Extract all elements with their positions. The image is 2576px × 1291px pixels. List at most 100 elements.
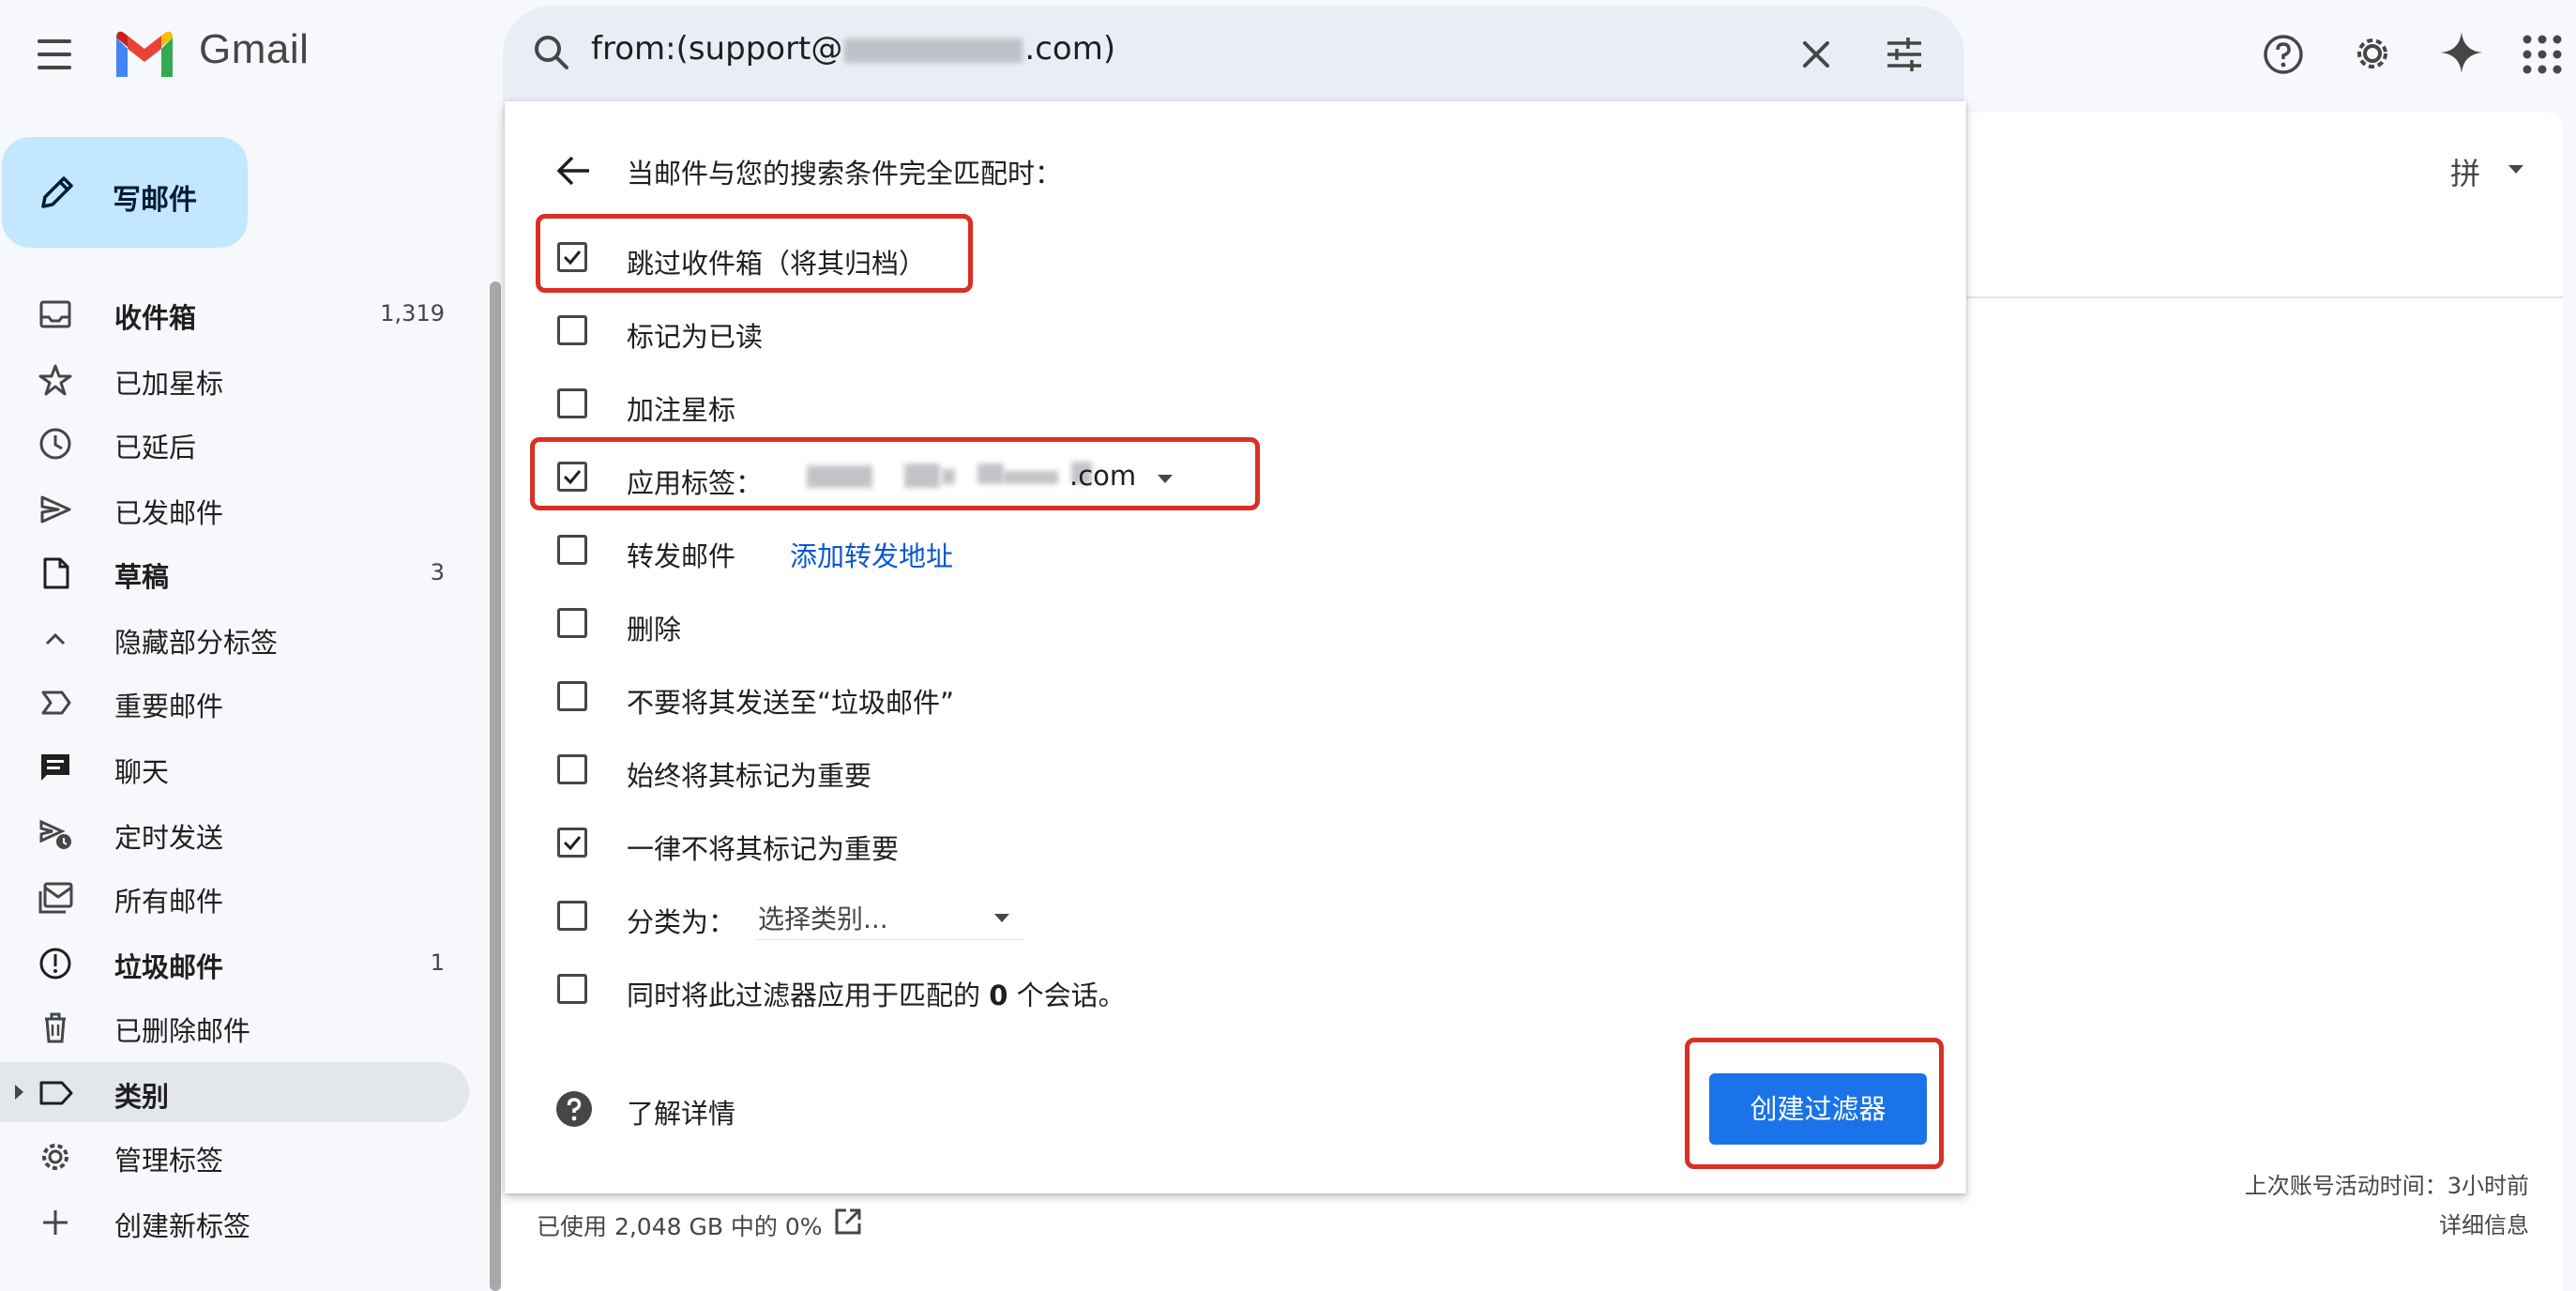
sidebar-item-label: 聊天	[114, 756, 170, 788]
gmail-logo-icon[interactable]	[111, 26, 178, 83]
last-activity: 上次账号活动时间：3小时前	[2244, 1173, 2529, 1199]
sidebar-item[interactable]: 隐藏部分标签	[0, 608, 469, 668]
help-circle-icon[interactable]	[555, 1090, 593, 1128]
chat-icon	[38, 751, 73, 786]
filter-option-label[interactable]: 一律不将其标记为重要	[627, 828, 899, 867]
help-icon[interactable]	[2261, 32, 2306, 77]
filter-option: 不要将其发送至“垃圾邮件”	[553, 670, 1867, 726]
details-link[interactable]: 详细信息	[2373, 1207, 2529, 1239]
sidebar-item-label: 已发邮件	[114, 497, 224, 529]
chevron-down-icon[interactable]	[2508, 165, 2523, 174]
sidebar-item[interactable]: 聊天	[0, 737, 469, 797]
search-query-end: .com)	[1024, 30, 1116, 68]
sidebar-item[interactable]: 垃圾邮件 1	[0, 933, 469, 993]
filter-option-label[interactable]: 分类为：	[627, 901, 735, 940]
sidebar-item-label: 草稿	[114, 561, 170, 593]
checkbox[interactable]	[557, 901, 587, 931]
sidebar-item[interactable]: 已延后	[0, 413, 469, 473]
checkbox[interactable]	[557, 535, 587, 565]
sidebar-item-label: 隐藏部分标签	[114, 627, 279, 659]
scheduled-send-icon	[38, 816, 73, 852]
search-query-start: from:(support@	[591, 30, 843, 68]
label-suffix: 个会话。	[1008, 980, 1126, 1011]
sidebar-item-label: 创建新标签	[114, 1210, 251, 1242]
sidebar-item-label: 已延后	[114, 432, 197, 463]
gear-icon[interactable]	[2349, 30, 2396, 77]
checkbox[interactable]	[557, 828, 587, 858]
sidebar-item[interactable]: 管理标签	[0, 1126, 469, 1186]
sidebar-item[interactable]: 类别	[0, 1062, 469, 1122]
conversation-count: 0	[989, 980, 1008, 1011]
filter-option-label[interactable]: 始终将其标记为重要	[627, 754, 871, 794]
input-method-label[interactable]: 拼	[2450, 150, 2480, 193]
label-icon	[38, 1075, 73, 1111]
checkbox[interactable]	[557, 315, 587, 345]
search-input[interactable]: from:(support@ .com)	[591, 30, 1115, 68]
filter-option: 标记为已读	[553, 304, 1867, 360]
apps-grid-icon[interactable]	[2522, 34, 2563, 75]
spam-icon	[38, 946, 73, 981]
sidebar-item-label: 管理标签	[114, 1145, 224, 1177]
sidebar-item-label: 已删除邮件	[114, 1015, 251, 1047]
label-prefix: 同时将此过滤器应用于匹配的	[627, 980, 990, 1011]
filter-option: 删除	[553, 597, 1867, 653]
pencil-icon[interactable]	[36, 171, 79, 214]
filter-option: 加注星标	[553, 377, 1867, 433]
inbox-icon	[38, 296, 73, 332]
compose-label[interactable]: 写邮件	[113, 176, 197, 218]
checkbox[interactable]	[557, 754, 587, 784]
sidebar-item-label: 所有邮件	[114, 886, 224, 918]
filter-option-label[interactable]: 加注星标	[627, 388, 735, 428]
sidebar-item-label: 类别	[114, 1081, 170, 1113]
send-icon	[38, 492, 73, 527]
filter-option-label[interactable]: 标记为已读	[627, 315, 763, 355]
sparkle-icon[interactable]	[2437, 28, 2486, 77]
all-mail-icon	[38, 880, 73, 916]
sidebar-item[interactable]: 重要邮件	[0, 672, 469, 732]
learn-more-link[interactable]: 了解详情	[627, 1092, 735, 1132]
open-in-new-icon[interactable]	[833, 1207, 863, 1237]
search-options-icon[interactable]	[1884, 34, 1925, 75]
category-select-value: 选择类别...	[758, 904, 888, 934]
highlight-create-filter	[1685, 1038, 1944, 1169]
expand-caret-icon[interactable]	[15, 1085, 23, 1100]
sidebar-item[interactable]: 定时发送	[0, 803, 469, 863]
filter-option: 分类为： 选择类别...	[553, 889, 1867, 946]
scrollbar[interactable]	[490, 281, 501, 1291]
checkbox[interactable]	[557, 608, 587, 638]
sidebar-item[interactable]: 收件箱 1,319	[0, 283, 469, 343]
sidebar-item-label: 重要邮件	[114, 691, 224, 722]
sidebar-item-label: 垃圾邮件	[114, 951, 224, 983]
highlight-apply-label	[530, 437, 1260, 510]
checkbox[interactable]	[557, 681, 587, 711]
sidebar-item[interactable]: 创建新标签	[0, 1192, 469, 1252]
sidebar-item[interactable]: 草稿 3	[0, 542, 469, 602]
sidebar-item-count: 1,319	[380, 300, 445, 327]
highlight-skip-inbox	[536, 214, 973, 293]
sidebar-item[interactable]: 已加星标	[0, 349, 469, 409]
sidebar-item[interactable]: 已删除邮件	[0, 996, 469, 1056]
checkbox[interactable]	[557, 974, 587, 1004]
category-select[interactable]: 选择类别...	[756, 897, 1024, 940]
important-icon	[38, 685, 73, 721]
redacted-text	[844, 38, 1023, 63]
sidebar-item[interactable]: 已发邮件	[0, 478, 469, 539]
filter-option-label[interactable]: 不要将其发送至“垃圾邮件”	[627, 681, 954, 721]
clock-icon	[38, 426, 73, 462]
chevron-up-icon	[38, 621, 73, 657]
sidebar-item-label: 收件箱	[114, 302, 197, 334]
filter-option-label[interactable]: 同时将此过滤器应用于匹配的 0 个会话。	[627, 974, 1126, 1013]
storage-usage: 已使用 2,048 GB 中的 0%	[537, 1213, 823, 1240]
sidebar-item-label: 已加星标	[114, 368, 224, 400]
add-forwarding-address-link[interactable]: 添加转发地址	[790, 535, 953, 574]
filter-option-label[interactable]: 删除	[627, 608, 681, 647]
back-arrow-icon[interactable]	[553, 152, 595, 190]
menu-icon[interactable]	[32, 36, 77, 73]
chevron-down-icon[interactable]	[994, 914, 1009, 922]
search-icon[interactable]	[531, 32, 572, 73]
checkbox[interactable]	[557, 388, 587, 418]
filter-option-label[interactable]: 转发邮件	[627, 535, 735, 574]
sidebar-item[interactable]: 所有邮件	[0, 867, 469, 927]
close-icon[interactable]	[1797, 36, 1835, 73]
plus-icon	[38, 1205, 73, 1240]
